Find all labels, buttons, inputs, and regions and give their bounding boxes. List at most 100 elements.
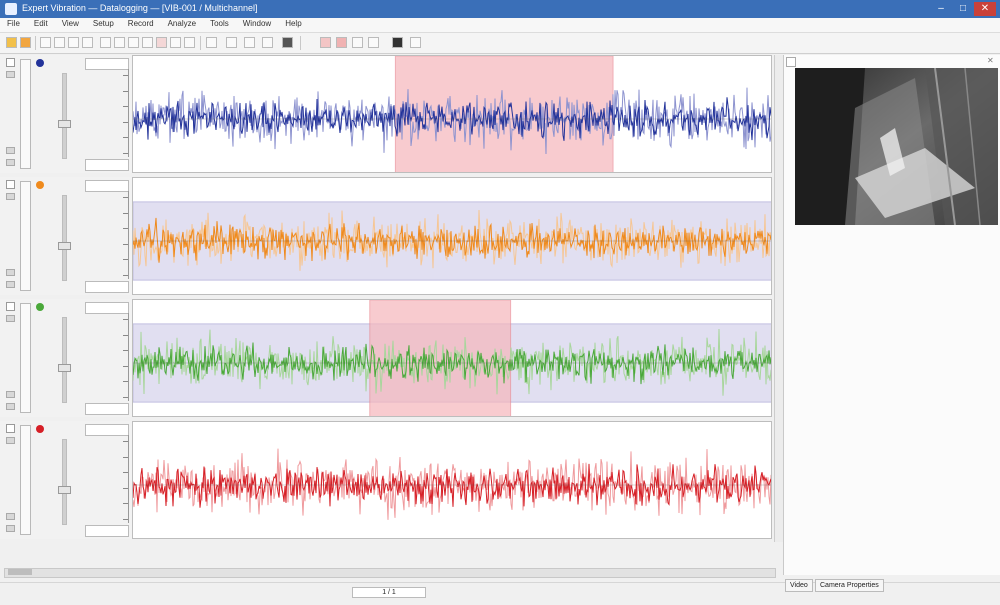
filter-icon[interactable]	[352, 37, 363, 48]
range-top-spinbox[interactable]	[85, 180, 129, 192]
channel-enable-checkbox[interactable]	[6, 302, 15, 311]
alarm-icon[interactable]	[336, 37, 347, 48]
menu-record[interactable]: Record	[121, 18, 161, 29]
gain-slider[interactable]	[62, 195, 67, 281]
waveform-canvas[interactable]	[133, 178, 772, 295]
range-bottom-spinbox[interactable]	[85, 281, 129, 293]
maximize-button[interactable]: □	[952, 2, 974, 16]
gain-slider-knob[interactable]	[58, 120, 71, 128]
close-button[interactable]: ✕	[974, 2, 996, 16]
channel-pan-icon[interactable]	[6, 391, 15, 398]
range-top-spinbox[interactable]	[85, 424, 129, 436]
channel-enable-checkbox[interactable]	[6, 58, 15, 67]
channel-reset-icon[interactable]	[6, 403, 15, 410]
range-bottom-spinbox[interactable]	[85, 525, 129, 537]
y-axis-tick	[123, 381, 128, 383]
channel-enable-checkbox[interactable]	[6, 424, 15, 433]
gain-slider[interactable]	[62, 73, 67, 159]
toolbar-separator	[35, 36, 36, 50]
channel-zoom-icon[interactable]	[6, 315, 15, 322]
channel-enable-checkbox[interactable]	[6, 180, 15, 189]
grid-icon[interactable]	[226, 37, 237, 48]
gain-slider-knob[interactable]	[58, 364, 71, 372]
menu-help[interactable]: Help	[278, 18, 308, 29]
menu-bar: File Edit View Setup Record Analyze Tools Windo…	[0, 18, 1000, 33]
layout-icon[interactable]	[262, 37, 273, 48]
menu-window[interactable]: Window	[236, 18, 278, 29]
minimize-button[interactable]: –	[930, 2, 952, 16]
menu-view[interactable]: View	[55, 18, 86, 29]
signal-plot[interactable]	[132, 299, 772, 417]
gain-slider[interactable]	[62, 439, 67, 525]
camera-icon[interactable]	[392, 37, 403, 48]
channel-zoom-icon[interactable]	[6, 437, 15, 444]
page-indicator[interactable]: 1 / 1	[352, 587, 426, 598]
channel-reset-icon[interactable]	[6, 281, 15, 288]
paste-icon[interactable]	[82, 37, 93, 48]
settings-icon[interactable]	[410, 37, 421, 48]
toolbar	[0, 33, 1000, 54]
signal-plot[interactable]	[132, 421, 772, 539]
signal-plot[interactable]	[132, 177, 772, 295]
range-bottom-spinbox[interactable]	[85, 159, 129, 171]
zoom-in-icon[interactable]	[128, 37, 139, 48]
copy-icon[interactable]	[68, 37, 79, 48]
waveform-canvas[interactable]	[133, 56, 772, 173]
open-icon[interactable]	[6, 37, 17, 48]
channel-scale-bar[interactable]	[20, 425, 31, 535]
y-axis	[128, 313, 129, 401]
signal-plot[interactable]	[132, 55, 772, 173]
waveform-canvas[interactable]	[133, 422, 772, 539]
y-axis-tick	[123, 397, 128, 398]
redo-icon[interactable]	[114, 37, 125, 48]
zoom-out-icon[interactable]	[142, 37, 153, 48]
menu-edit[interactable]: Edit	[27, 18, 55, 29]
channel-scale-bar[interactable]	[20, 59, 31, 169]
channel-pan-icon[interactable]	[6, 147, 15, 154]
menu-analyze[interactable]: Analyze	[161, 18, 203, 29]
channel-pan-icon[interactable]	[6, 269, 15, 276]
play-icon[interactable]	[184, 37, 195, 48]
range-top-spinbox[interactable]	[85, 58, 129, 70]
cut-icon[interactable]	[54, 37, 65, 48]
range-bottom-spinbox[interactable]	[85, 403, 129, 415]
y-axis-tick	[123, 365, 128, 367]
channel-scale-bar[interactable]	[20, 303, 31, 413]
print-icon[interactable]	[40, 37, 51, 48]
trigger-icon[interactable]	[320, 37, 331, 48]
y-axis-tick	[123, 153, 128, 154]
save-icon[interactable]	[20, 37, 31, 48]
tab-video[interactable]: Video	[785, 579, 813, 592]
panel-close-icon[interactable]: ✕	[987, 57, 997, 65]
y-axis-tick	[123, 121, 128, 123]
timeline-thumb[interactable]	[8, 569, 32, 575]
channel-reset-icon[interactable]	[6, 525, 15, 532]
panel-menu-icon[interactable]	[786, 57, 796, 67]
stop-icon[interactable]	[170, 37, 181, 48]
gain-slider-knob[interactable]	[58, 486, 71, 494]
waveform-canvas[interactable]	[133, 300, 772, 417]
record-icon[interactable]	[156, 37, 167, 48]
menu-tools[interactable]: Tools	[203, 18, 236, 29]
y-axis-tick	[123, 275, 128, 276]
channel-scale-bar[interactable]	[20, 181, 31, 291]
y-axis-tick	[123, 350, 128, 352]
timeline-scrollbar[interactable]	[4, 568, 776, 578]
menu-setup[interactable]: Setup	[86, 18, 121, 29]
gain-slider-knob[interactable]	[58, 242, 71, 250]
export-icon[interactable]	[368, 37, 379, 48]
display-icon[interactable]	[282, 37, 293, 48]
channel-zoom-icon[interactable]	[6, 193, 15, 200]
marker-icon[interactable]	[206, 37, 217, 48]
range-top-spinbox[interactable]	[85, 302, 129, 314]
channel-icon[interactable]	[244, 37, 255, 48]
channel-reset-icon[interactable]	[6, 159, 15, 166]
channel-zoom-icon[interactable]	[6, 71, 15, 78]
gain-slider[interactable]	[62, 317, 67, 403]
undo-icon[interactable]	[100, 37, 111, 48]
channel-pan-icon[interactable]	[6, 513, 15, 520]
channel-strip	[0, 177, 133, 295]
y-axis-tick	[123, 106, 128, 108]
tab-camera-properties[interactable]: Camera Properties	[815, 579, 884, 592]
menu-file[interactable]: File	[0, 18, 27, 29]
